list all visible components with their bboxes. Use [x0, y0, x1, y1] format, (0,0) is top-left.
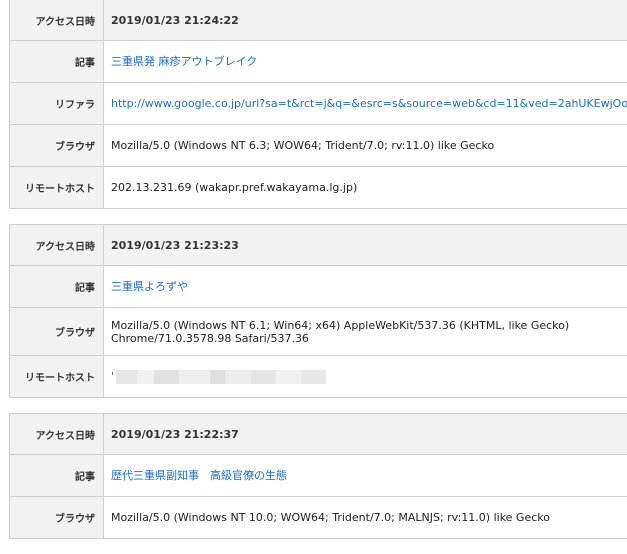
remote-host-row: リモートホスト 202.13.231.69 (wakapr.pref.wakay…	[10, 167, 627, 209]
access-time-row: アクセス日時 2019/01/23 21:23:23	[10, 225, 627, 266]
article-link[interactable]: 歴代三重県副知事 高級官僚の生態	[111, 469, 287, 482]
remote-host-row: リモートホスト '	[10, 356, 627, 398]
remote-host-label: リモートホスト	[10, 167, 104, 209]
browser-row: ブラウザ Mozilla/5.0 (Windows NT 6.3; WOW64;…	[10, 125, 627, 167]
browser-label: ブラウザ	[10, 497, 104, 539]
browser-value-line: Mozilla/5.0 (Windows NT 6.1; Win64; x64)…	[111, 319, 627, 332]
browser-value: Mozilla/5.0 (Windows NT 6.1; Win64; x64)…	[104, 308, 627, 356]
access-time-label: アクセス日時	[10, 414, 104, 455]
access-time-value: 2019/01/23 21:22:37	[104, 414, 627, 455]
access-time-row: アクセス日時 2019/01/23 21:24:22	[10, 0, 627, 41]
article-link[interactable]: 三重県発 麻疹アウトブレイク	[111, 55, 257, 68]
article-label: 記事	[10, 455, 104, 497]
referer-row: リファラ http://www.google.co.jp/url?sa=t&rc…	[10, 83, 627, 125]
access-log: アクセス日時 2019/01/23 21:24:22 記事 三重県発 麻疹アウト…	[9, 0, 627, 554]
browser-label: ブラウザ	[10, 308, 104, 356]
remote-host-value: 202.13.231.69 (wakapr.pref.wakayama.lg.j…	[104, 167, 627, 209]
article-row: 記事 三重県発 麻疹アウトブレイク	[10, 41, 627, 83]
access-time-label: アクセス日時	[10, 0, 104, 41]
remote-host-label: リモートホスト	[10, 356, 104, 398]
access-log-entry: アクセス日時 2019/01/23 21:23:23 記事 三重県よろずや ブラ…	[9, 224, 627, 398]
article-row: 記事 歴代三重県副知事 高級官僚の生態	[10, 455, 627, 497]
article-link[interactable]: 三重県よろずや	[111, 280, 188, 293]
referer-label: リファラ	[10, 83, 104, 125]
access-time-value: 2019/01/23 21:23:23	[104, 225, 627, 266]
browser-row: ブラウザ Mozilla/5.0 (Windows NT 6.1; Win64;…	[10, 308, 627, 356]
access-time-row: アクセス日時 2019/01/23 21:22:37	[10, 414, 627, 455]
article-row: 記事 三重県よろずや	[10, 266, 627, 308]
article-label: 記事	[10, 266, 104, 308]
browser-row: ブラウザ Mozilla/5.0 (Windows NT 10.0; WOW64…	[10, 497, 627, 539]
browser-label: ブラウザ	[10, 125, 104, 167]
access-log-entry: アクセス日時 2019/01/23 21:22:37 記事 歴代三重県副知事 高…	[9, 413, 627, 539]
remote-host-prefix: '	[111, 370, 114, 383]
access-log-entry: アクセス日時 2019/01/23 21:24:22 記事 三重県発 麻疹アウト…	[9, 0, 627, 209]
access-time-value: 2019/01/23 21:24:22	[104, 0, 627, 41]
browser-value: Mozilla/5.0 (Windows NT 6.3; WOW64; Trid…	[104, 125, 627, 167]
browser-value: Mozilla/5.0 (Windows NT 10.0; WOW64; Tri…	[104, 497, 627, 539]
browser-value-line: Chrome/71.0.3578.98 Safari/537.36	[111, 332, 627, 345]
remote-host-value: '	[104, 356, 627, 398]
article-label: 記事	[10, 41, 104, 83]
access-time-label: アクセス日時	[10, 225, 104, 266]
redacted-mask	[116, 370, 326, 384]
referer-link[interactable]: http://www.google.co.jp/url?sa=t&rct=j&q…	[111, 97, 627, 110]
